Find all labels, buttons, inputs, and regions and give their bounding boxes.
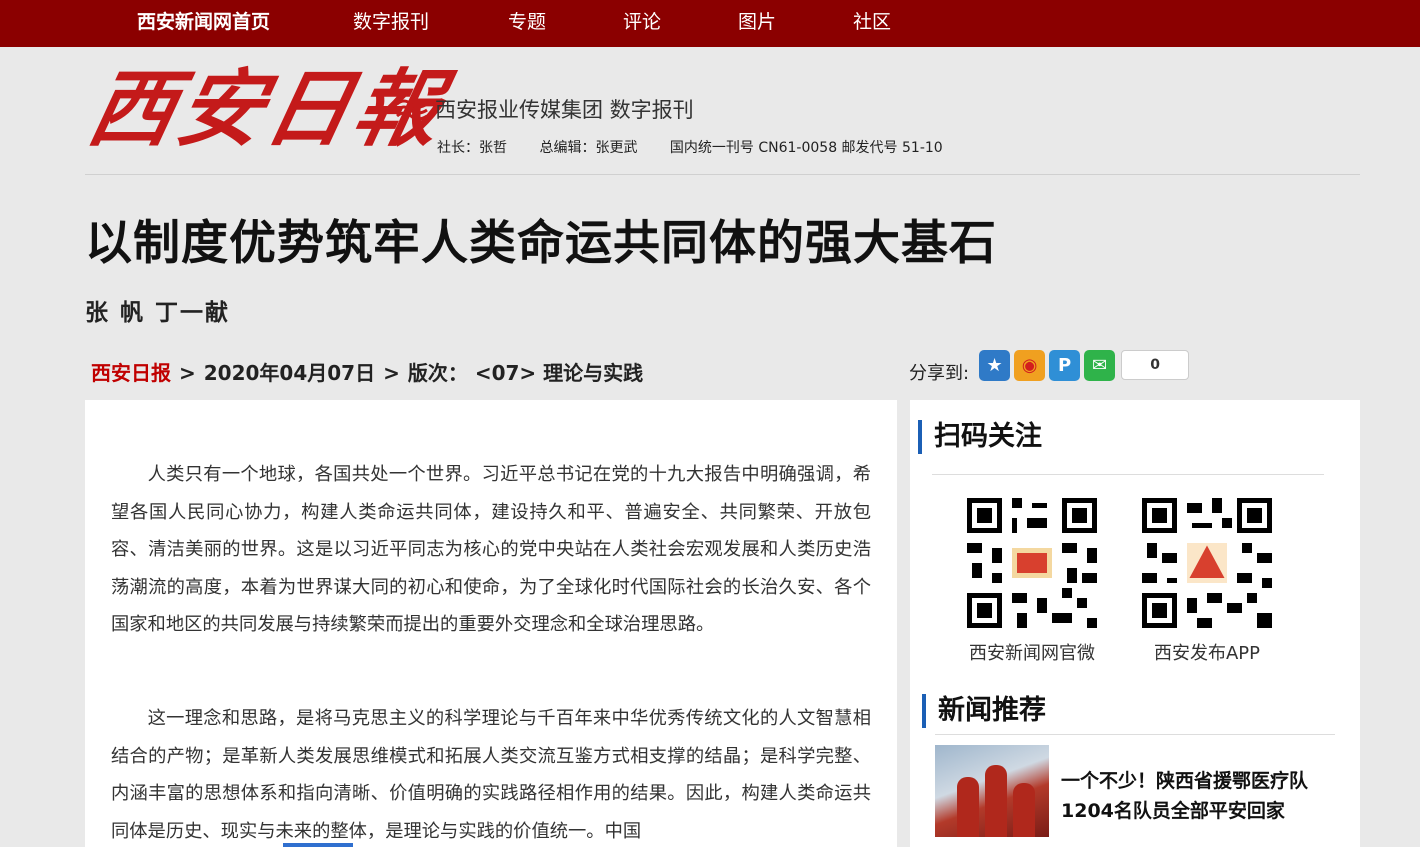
staff-info: 社长：张哲 总编辑：张更武 国内统一刊号 CN61-0058 邮发代号 51-1…	[437, 137, 971, 157]
editor-text: 总编辑：张更武	[539, 140, 638, 156]
nav-comments-link[interactable]: 评论	[623, 0, 661, 47]
news-item-link[interactable]: 一个不少！陕西省援鄂医疗队1204名队员全部平安回家	[1061, 766, 1341, 826]
share-bar: 分享到: ★ ◉ P ✉ 0	[909, 347, 1190, 384]
nav-community-link[interactable]: 社区	[853, 0, 891, 47]
share-label: 分享到:	[909, 363, 970, 384]
qr-label-app: 西安发布APP	[1153, 643, 1261, 664]
share-count: 0	[1121, 350, 1190, 380]
breadcrumb: 西安日报 >2020年04月07日 > 版次： <07> 理论与实践	[91, 357, 643, 386]
nav-topics-link[interactable]: 专题	[508, 0, 546, 47]
registration-text: 国内统一刊号 CN61-0058 邮发代号 51-10	[669, 140, 943, 156]
article-paragraph: 人类只有一个地球，各国共处一个世界。习近平总书记在党的十九大报告中明确强调，希望…	[111, 464, 871, 635]
masthead: 西安日報 西安报业传媒集团 数字报刊 社长：张哲 总编辑：张更武 国内统一刊号 …	[81, 52, 1360, 175]
news-section-title: 新闻推荐	[922, 694, 1046, 728]
article-authors: 张 帆 丁一献	[85, 300, 231, 326]
group-banner: 西安报业传媒集团 数字报刊	[395, 94, 694, 124]
sidebar: 扫码关注 西安新闻网官微 西安发布APP 新闻推荐 一个不少！陕西省援鄂医疗队1…	[910, 400, 1360, 847]
nav-pictures-link[interactable]: 图片	[738, 0, 776, 47]
thumb-figure	[985, 765, 1007, 837]
nav-home-link[interactable]: 西安新闻网首页	[137, 0, 270, 47]
group-logo-icon	[396, 99, 428, 121]
qr-code-weibo-icon	[962, 493, 1102, 633]
qr-section-title: 扫码关注	[918, 420, 1042, 454]
breadcrumb-date-link[interactable]: 2020年04月07日	[204, 361, 375, 385]
article-body: 人类只有一个地球，各国共处一个世界。习近平总书记在党的十九大报告中明确强调，希望…	[85, 400, 897, 847]
edition-label: 版次：	[407, 361, 468, 385]
pengyou-icon[interactable]: P	[1049, 349, 1081, 381]
qr-code-app-icon	[1137, 493, 1277, 633]
weibo-icon[interactable]: ◉	[1014, 349, 1046, 381]
news-thumbnail[interactable]	[935, 745, 1049, 837]
divider	[935, 734, 1335, 735]
top-nav: 西安新闻网首页 数字报刊 专题 评论 图片 社区	[0, 0, 1420, 47]
scroll-indicator	[283, 843, 353, 847]
wechat-icon[interactable]: ✉	[1084, 349, 1116, 381]
breadcrumb-separator: >	[179, 361, 196, 385]
thumb-figure	[1013, 783, 1035, 837]
thumb-figure	[957, 777, 979, 837]
breadcrumb-separator: >	[383, 361, 400, 385]
breadcrumb-paper-link[interactable]: 西安日报	[91, 361, 171, 385]
divider	[932, 474, 1324, 475]
article-paragraph: 这一理念和思路，是将马克思主义的科学理论与千百年来中华优秀传统文化的人文智慧相结…	[111, 708, 871, 842]
publisher-text: 社长：张哲	[437, 140, 507, 156]
breadcrumb-edition-link[interactable]: <07> 理论与实践	[475, 361, 643, 385]
qr-label-weibo: 西安新闻网官微	[969, 643, 1095, 664]
qzone-icon[interactable]: ★	[979, 349, 1011, 381]
group-name: 西安报业传媒集团 数字报刊	[435, 98, 694, 122]
nav-digital-paper-link[interactable]: 数字报刊	[353, 0, 429, 47]
article-title: 以制度优势筑牢人类命运共同体的强大基石	[85, 216, 997, 271]
